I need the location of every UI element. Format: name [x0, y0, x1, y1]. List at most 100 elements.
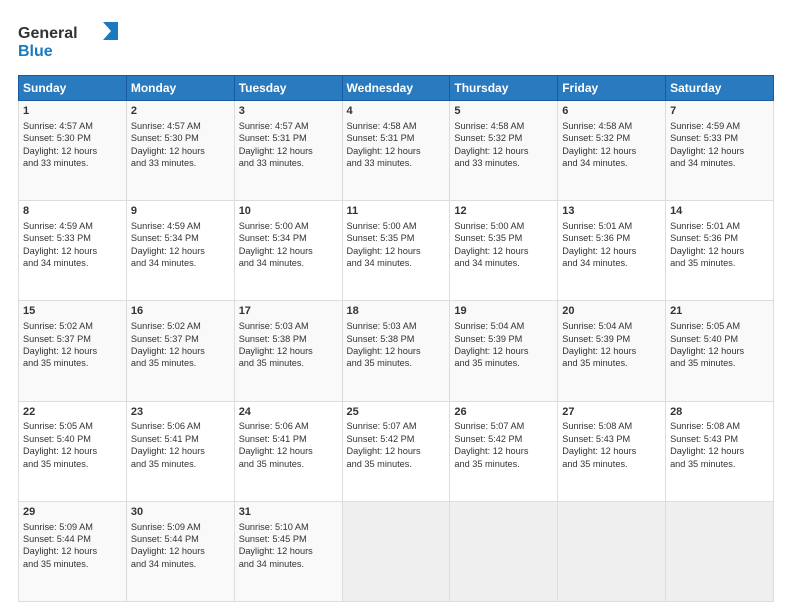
- daylight-text: Daylight: 12 hours: [670, 146, 744, 156]
- sunrise-text: Sunrise: 4:58 AM: [562, 121, 632, 131]
- sunrise-text: Sunrise: 4:57 AM: [131, 121, 201, 131]
- day-number: 8: [23, 204, 122, 219]
- daylight-text: Daylight: 12 hours: [23, 246, 97, 256]
- daylight-minutes: and 35 minutes.: [239, 358, 304, 368]
- header: General Blue: [18, 18, 774, 65]
- calendar-page: General Blue SundayMondayTuesdayWednesda…: [0, 0, 792, 612]
- daylight-minutes: and 33 minutes.: [239, 158, 304, 168]
- sunset-text: Sunset: 5:39 PM: [454, 334, 522, 344]
- sunset-text: Sunset: 5:41 PM: [239, 434, 307, 444]
- calendar-week-5: 29Sunrise: 5:09 AMSunset: 5:44 PMDayligh…: [19, 501, 774, 601]
- calendar-cell: 27Sunrise: 5:08 AMSunset: 5:43 PMDayligh…: [558, 401, 666, 501]
- calendar-cell: 14Sunrise: 5:01 AMSunset: 5:36 PMDayligh…: [666, 201, 774, 301]
- sunset-text: Sunset: 5:44 PM: [23, 534, 91, 544]
- sunset-text: Sunset: 5:38 PM: [239, 334, 307, 344]
- calendar-header-row: SundayMondayTuesdayWednesdayThursdayFrid…: [19, 76, 774, 101]
- calendar-cell: 13Sunrise: 5:01 AMSunset: 5:36 PMDayligh…: [558, 201, 666, 301]
- sunrise-text: Sunrise: 5:08 AM: [562, 421, 632, 431]
- daylight-text: Daylight: 12 hours: [347, 146, 421, 156]
- sunset-text: Sunset: 5:43 PM: [562, 434, 630, 444]
- daylight-text: Daylight: 12 hours: [239, 146, 313, 156]
- daylight-minutes: and 33 minutes.: [23, 158, 88, 168]
- sunrise-text: Sunrise: 5:06 AM: [131, 421, 201, 431]
- sunset-text: Sunset: 5:35 PM: [454, 233, 522, 243]
- daylight-text: Daylight: 12 hours: [670, 446, 744, 456]
- calendar-cell: 11Sunrise: 5:00 AMSunset: 5:35 PMDayligh…: [342, 201, 450, 301]
- day-number: 7: [670, 104, 769, 119]
- day-number: 12: [454, 204, 553, 219]
- day-number: 18: [347, 304, 446, 319]
- day-header-saturday: Saturday: [666, 76, 774, 101]
- sunset-text: Sunset: 5:34 PM: [131, 233, 199, 243]
- calendar-cell: 18Sunrise: 5:03 AMSunset: 5:38 PMDayligh…: [342, 301, 450, 401]
- day-number: 2: [131, 104, 230, 119]
- daylight-text: Daylight: 12 hours: [23, 346, 97, 356]
- calendar-table: SundayMondayTuesdayWednesdayThursdayFrid…: [18, 75, 774, 602]
- day-number: 28: [670, 405, 769, 420]
- calendar-cell: 19Sunrise: 5:04 AMSunset: 5:39 PMDayligh…: [450, 301, 558, 401]
- daylight-text: Daylight: 12 hours: [454, 146, 528, 156]
- daylight-text: Daylight: 12 hours: [562, 146, 636, 156]
- day-number: 19: [454, 304, 553, 319]
- calendar-cell: 22Sunrise: 5:05 AMSunset: 5:40 PMDayligh…: [19, 401, 127, 501]
- sunset-text: Sunset: 5:34 PM: [239, 233, 307, 243]
- sunset-text: Sunset: 5:31 PM: [239, 133, 307, 143]
- calendar-cell: 1Sunrise: 4:57 AMSunset: 5:30 PMDaylight…: [19, 101, 127, 201]
- sunrise-text: Sunrise: 5:01 AM: [670, 221, 740, 231]
- day-number: 9: [131, 204, 230, 219]
- daylight-minutes: and 33 minutes.: [347, 158, 412, 168]
- day-number: 5: [454, 104, 553, 119]
- sunset-text: Sunset: 5:43 PM: [670, 434, 738, 444]
- daylight-text: Daylight: 12 hours: [23, 446, 97, 456]
- calendar-cell: [558, 501, 666, 601]
- daylight-minutes: and 35 minutes.: [670, 358, 735, 368]
- day-number: 1: [23, 104, 122, 119]
- sunset-text: Sunset: 5:33 PM: [670, 133, 738, 143]
- sunset-text: Sunset: 5:33 PM: [23, 233, 91, 243]
- daylight-text: Daylight: 12 hours: [454, 446, 528, 456]
- sunrise-text: Sunrise: 5:03 AM: [239, 321, 309, 331]
- calendar-cell: 8Sunrise: 4:59 AMSunset: 5:33 PMDaylight…: [19, 201, 127, 301]
- calendar-cell: 9Sunrise: 4:59 AMSunset: 5:34 PMDaylight…: [126, 201, 234, 301]
- daylight-minutes: and 35 minutes.: [23, 459, 88, 469]
- sunset-text: Sunset: 5:45 PM: [239, 534, 307, 544]
- daylight-text: Daylight: 12 hours: [131, 146, 205, 156]
- daylight-minutes: and 35 minutes.: [347, 358, 412, 368]
- sunrise-text: Sunrise: 5:07 AM: [454, 421, 524, 431]
- calendar-cell: 26Sunrise: 5:07 AMSunset: 5:42 PMDayligh…: [450, 401, 558, 501]
- calendar-cell: 20Sunrise: 5:04 AMSunset: 5:39 PMDayligh…: [558, 301, 666, 401]
- calendar-cell: 21Sunrise: 5:05 AMSunset: 5:40 PMDayligh…: [666, 301, 774, 401]
- sunrise-text: Sunrise: 5:02 AM: [131, 321, 201, 331]
- sunset-text: Sunset: 5:32 PM: [562, 133, 630, 143]
- sunrise-text: Sunrise: 5:05 AM: [670, 321, 740, 331]
- calendar-cell: 12Sunrise: 5:00 AMSunset: 5:35 PMDayligh…: [450, 201, 558, 301]
- sunset-text: Sunset: 5:36 PM: [562, 233, 630, 243]
- day-number: 6: [562, 104, 661, 119]
- sunrise-text: Sunrise: 5:08 AM: [670, 421, 740, 431]
- calendar-cell: [450, 501, 558, 601]
- daylight-minutes: and 34 minutes.: [454, 258, 519, 268]
- day-number: 13: [562, 204, 661, 219]
- calendar-cell: 23Sunrise: 5:06 AMSunset: 5:41 PMDayligh…: [126, 401, 234, 501]
- daylight-text: Daylight: 12 hours: [131, 246, 205, 256]
- daylight-minutes: and 35 minutes.: [454, 358, 519, 368]
- logo-svg: General Blue: [18, 18, 118, 60]
- sunrise-text: Sunrise: 5:09 AM: [131, 522, 201, 532]
- day-header-sunday: Sunday: [19, 76, 127, 101]
- sunrise-text: Sunrise: 5:04 AM: [454, 321, 524, 331]
- daylight-minutes: and 34 minutes.: [131, 258, 196, 268]
- day-number: 14: [670, 204, 769, 219]
- calendar-cell: 30Sunrise: 5:09 AMSunset: 5:44 PMDayligh…: [126, 501, 234, 601]
- calendar-cell: 31Sunrise: 5:10 AMSunset: 5:45 PMDayligh…: [234, 501, 342, 601]
- daylight-minutes: and 34 minutes.: [23, 258, 88, 268]
- daylight-text: Daylight: 12 hours: [23, 146, 97, 156]
- sunrise-text: Sunrise: 5:04 AM: [562, 321, 632, 331]
- day-number: 27: [562, 405, 661, 420]
- calendar-cell: 2Sunrise: 4:57 AMSunset: 5:30 PMDaylight…: [126, 101, 234, 201]
- svg-text:General: General: [18, 25, 78, 42]
- day-number: 4: [347, 104, 446, 119]
- calendar-cell: 3Sunrise: 4:57 AMSunset: 5:31 PMDaylight…: [234, 101, 342, 201]
- day-number: 16: [131, 304, 230, 319]
- day-number: 24: [239, 405, 338, 420]
- daylight-text: Daylight: 12 hours: [131, 546, 205, 556]
